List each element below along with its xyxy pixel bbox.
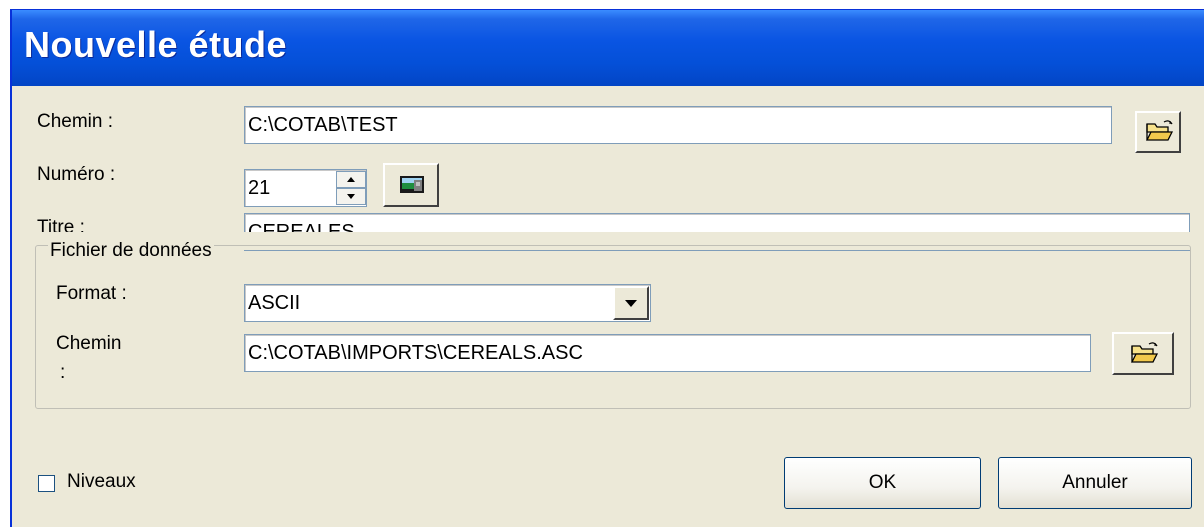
dropdown-arrow-icon [625, 300, 637, 307]
datafile-chemin-field[interactable]: C:\COTAB\IMPORTS\CEREALS.ASC [244, 334, 1091, 372]
datafile-group-label: Fichier de données [48, 240, 214, 262]
format-dropdown-button[interactable] [613, 286, 649, 320]
spin-up-icon[interactable] [336, 171, 366, 188]
folder-open-icon [1130, 342, 1159, 363]
numero-picture-button[interactable] [383, 163, 439, 207]
format-select[interactable]: ASCII [244, 284, 651, 322]
browse-datafile-button[interactable] [1112, 332, 1174, 375]
picture-icon [400, 176, 424, 193]
numero-label: Numéro : [37, 164, 116, 185]
datafile-chemin-label-colon: : [60, 362, 66, 383]
folder-open-icon [1145, 120, 1174, 141]
spin-down-icon[interactable] [336, 188, 366, 205]
cancel-button[interactable]: Annuler [998, 457, 1192, 509]
format-value: ASCII [248, 292, 301, 314]
chemin-field[interactable]: C:\COTAB\TEST [244, 106, 1112, 144]
niveaux-checkbox[interactable] [38, 475, 55, 492]
numero-spinner[interactable] [336, 171, 366, 205]
niveaux-label: Niveaux [67, 471, 136, 492]
browse-chemin-button[interactable] [1135, 111, 1181, 153]
datafile-chemin-label: Chemin [56, 333, 122, 354]
chemin-label: Chemin : [37, 111, 114, 132]
window-title: Nouvelle étude [24, 24, 288, 65]
format-label: Format : [56, 283, 127, 304]
title-bar[interactable]: Nouvelle étude [12, 10, 1204, 86]
datafile-group [35, 245, 1191, 409]
dialog-window: Nouvelle étude Chemin : C:\COTAB\TEST Nu… [10, 9, 1204, 527]
ok-button[interactable]: OK [784, 457, 981, 509]
